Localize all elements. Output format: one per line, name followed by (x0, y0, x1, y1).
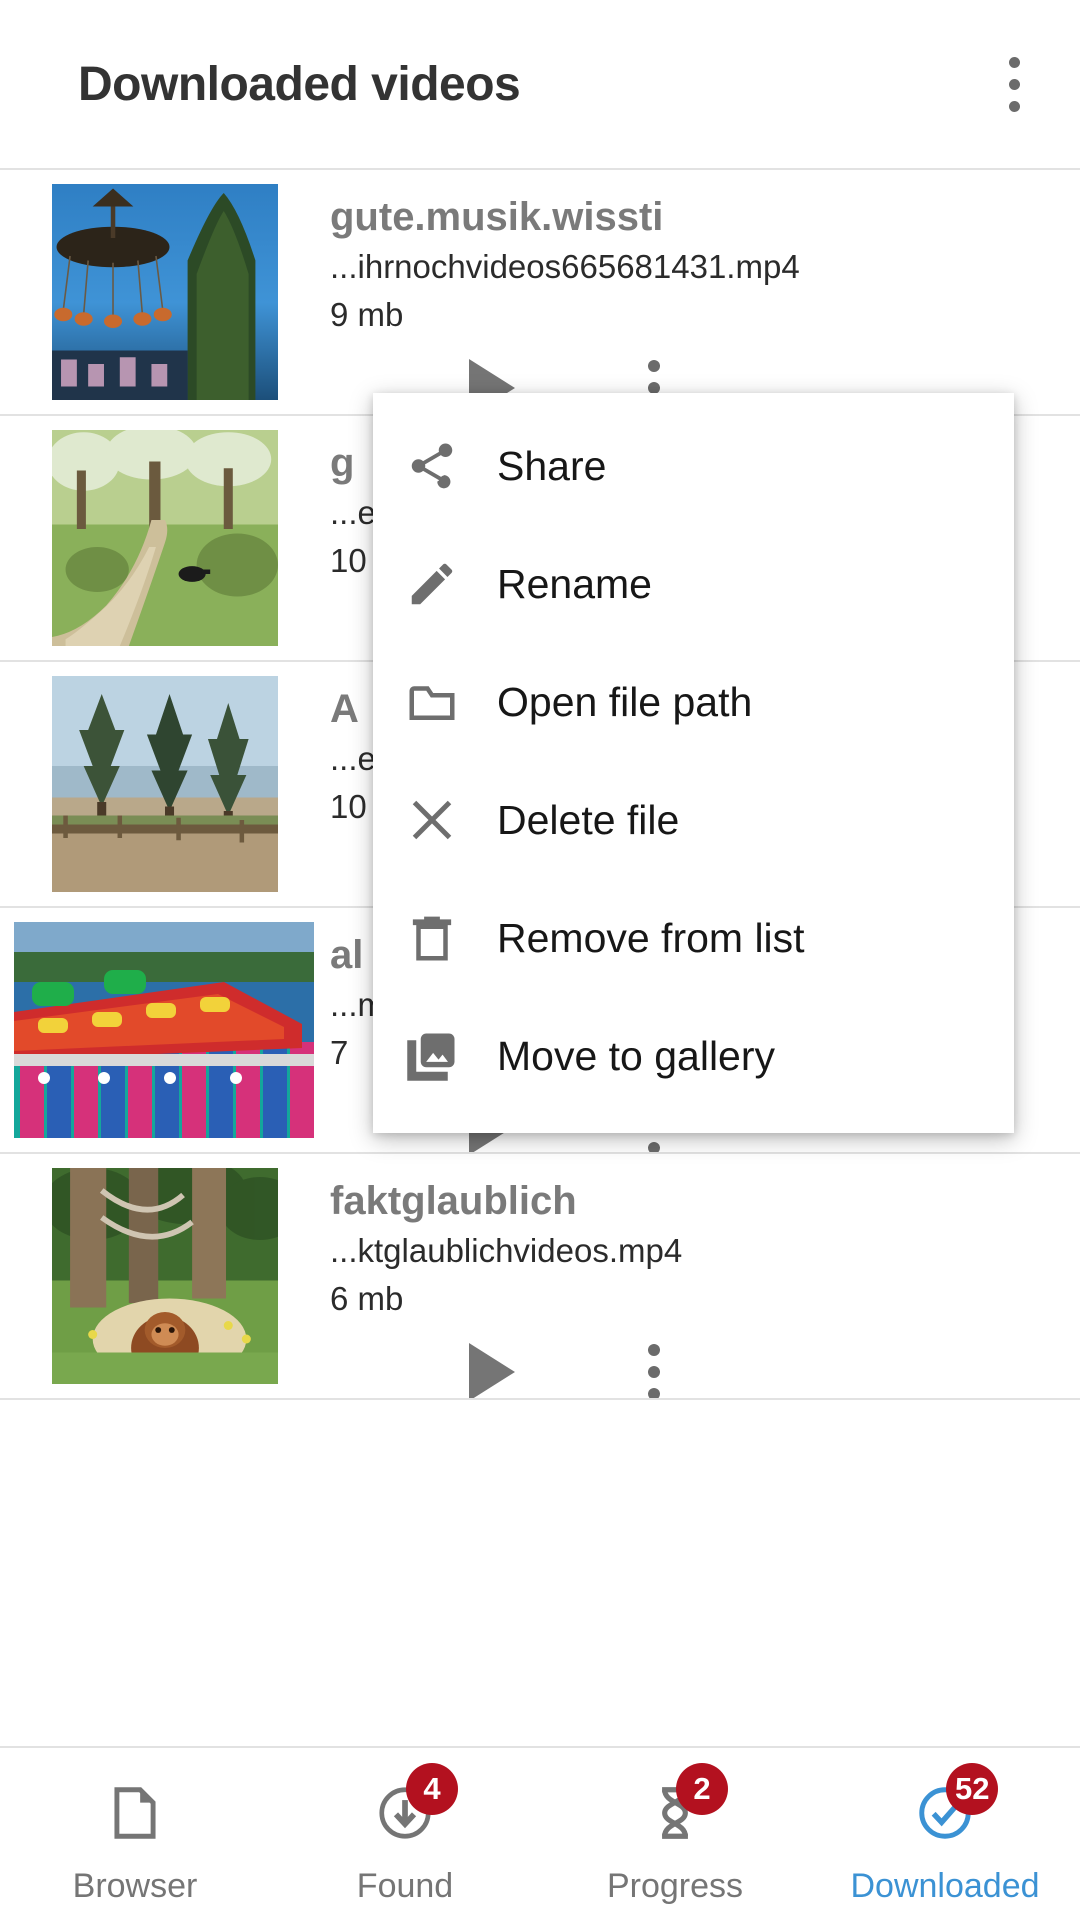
row-actions (330, 1329, 1080, 1398)
close-x-icon (405, 793, 497, 847)
kebab-dot (648, 1366, 660, 1379)
badge-count: 4 (406, 1762, 458, 1815)
thumbnail-container (0, 416, 330, 660)
thumbnail-container (0, 1154, 330, 1398)
kebab-dot (648, 1344, 660, 1357)
kebab-dot (648, 1142, 660, 1152)
fairground-ride-colorful-icon (14, 922, 314, 1138)
kebab-dot (1008, 100, 1020, 112)
app-bar: Downloaded videos (0, 0, 1080, 168)
page-icon (86, 1771, 184, 1855)
folder-icon (405, 675, 497, 729)
download-circle-icon: 4 (356, 1762, 458, 1855)
video-meta: faktglaublich ...ktglaublichvideos.mp4 6… (330, 1154, 1080, 1398)
check-circle-icon: 52 (896, 1762, 999, 1855)
carousel-ride-night-icon (52, 184, 278, 400)
context-menu: Share Rename Open file path Delete file … (373, 393, 1014, 1133)
thumbnail-container (0, 170, 330, 414)
trash-icon (405, 911, 497, 965)
menu-item-open-file-path[interactable]: Open file path (373, 643, 1014, 761)
video-thumbnail[interactable] (52, 1168, 278, 1384)
page-title: Downloaded videos (78, 57, 521, 111)
kebab-menu-icon[interactable] (978, 36, 1050, 132)
pencil-icon (405, 557, 497, 611)
video-title: faktglaublich (330, 1179, 577, 1223)
bottom-navigation: Browser 4 Found 2 Progress 52 Downloaded (0, 1746, 1080, 1920)
video-thumbnail[interactable] (14, 922, 314, 1138)
menu-item-label: Rename (497, 560, 652, 607)
thumbnail-container (0, 662, 330, 906)
pine-trees-hillside-icon (52, 676, 278, 892)
menu-item-move-to-gallery[interactable]: Move to gallery (373, 997, 1014, 1115)
kebab-menu-icon[interactable] (624, 1329, 684, 1398)
nav-item-downloaded[interactable]: 52 Downloaded (810, 1748, 1080, 1920)
downloaded-videos-screen: Downloaded videos gute.musik.wissti ...i… (0, 0, 1080, 1920)
kebab-dot (648, 360, 660, 373)
video-thumbnail[interactable] (52, 676, 278, 892)
nav-item-label: Browser (72, 1866, 198, 1905)
nav-item-found[interactable]: 4 Found (270, 1748, 540, 1920)
thumbnail-container (0, 908, 330, 1152)
kebab-dot (1008, 78, 1020, 90)
video-title: gute.musik.wissti (330, 195, 664, 239)
list-item[interactable]: gute.musik.wissti ...ihrnochvideos665681… (0, 170, 1080, 416)
video-path: ...ktglaublichvideos.mp4 (330, 1232, 683, 1269)
badge-count: 2 (676, 1762, 728, 1815)
video-path: ...ihrnochvideos665681431.mp4 (330, 248, 800, 285)
photo-library-icon (405, 1029, 497, 1083)
kebab-dot (648, 1388, 660, 1398)
video-meta: gute.musik.wissti ...ihrnochvideos665681… (330, 170, 1080, 414)
video-thumbnail[interactable] (52, 184, 278, 400)
menu-item-label: Remove from list (497, 914, 805, 961)
video-size: 9 mb (330, 295, 404, 333)
menu-item-label: Delete file (497, 796, 680, 843)
video-thumbnail[interactable] (52, 430, 278, 646)
list-item[interactable]: faktglaublich ...ktglaublichvideos.mp4 6… (0, 1154, 1080, 1400)
menu-item-label: Share (497, 442, 607, 489)
hourglass-icon: 2 (626, 1762, 728, 1855)
nav-item-browser[interactable]: Browser (0, 1748, 270, 1920)
kebab-dot (1008, 56, 1020, 68)
nav-item-label: Found (356, 1866, 454, 1905)
nav-item-label: Downloaded (850, 1866, 1040, 1905)
nav-item-label: Progress (606, 1866, 744, 1905)
menu-item-label: Move to gallery (497, 1032, 776, 1079)
menu-item-remove-from-list[interactable]: Remove from list (373, 879, 1014, 997)
play-icon[interactable] (460, 1340, 524, 1398)
menu-item-delete-file[interactable]: Delete file (373, 761, 1014, 879)
menu-item-label: Open file path (497, 678, 753, 725)
play-triangle (469, 1343, 515, 1398)
nav-item-progress[interactable]: 2 Progress (540, 1748, 810, 1920)
video-size: 6 mb (330, 1279, 404, 1317)
badge-count: 52 (946, 1762, 999, 1815)
orangutan-in-grass-icon (52, 1168, 278, 1384)
forest-path-blossom-icon (52, 430, 278, 646)
share-icon (405, 439, 497, 493)
menu-item-rename[interactable]: Rename (373, 525, 1014, 643)
menu-item-share[interactable]: Share (373, 407, 1014, 525)
